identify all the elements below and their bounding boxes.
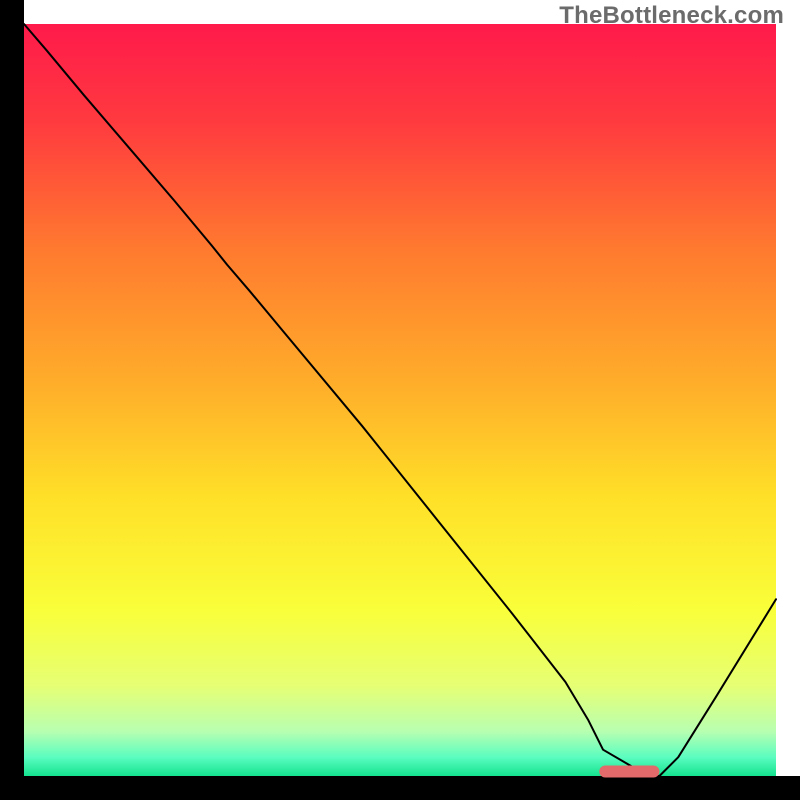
chart-container: TheBottleneck.com — [0, 0, 800, 800]
optimal-range-marker — [599, 765, 659, 777]
x-axis — [0, 776, 800, 800]
watermark-text: TheBottleneck.com — [559, 2, 784, 30]
plot-background — [24, 24, 776, 776]
bottleneck-chart — [0, 0, 800, 800]
y-axis — [0, 0, 24, 800]
